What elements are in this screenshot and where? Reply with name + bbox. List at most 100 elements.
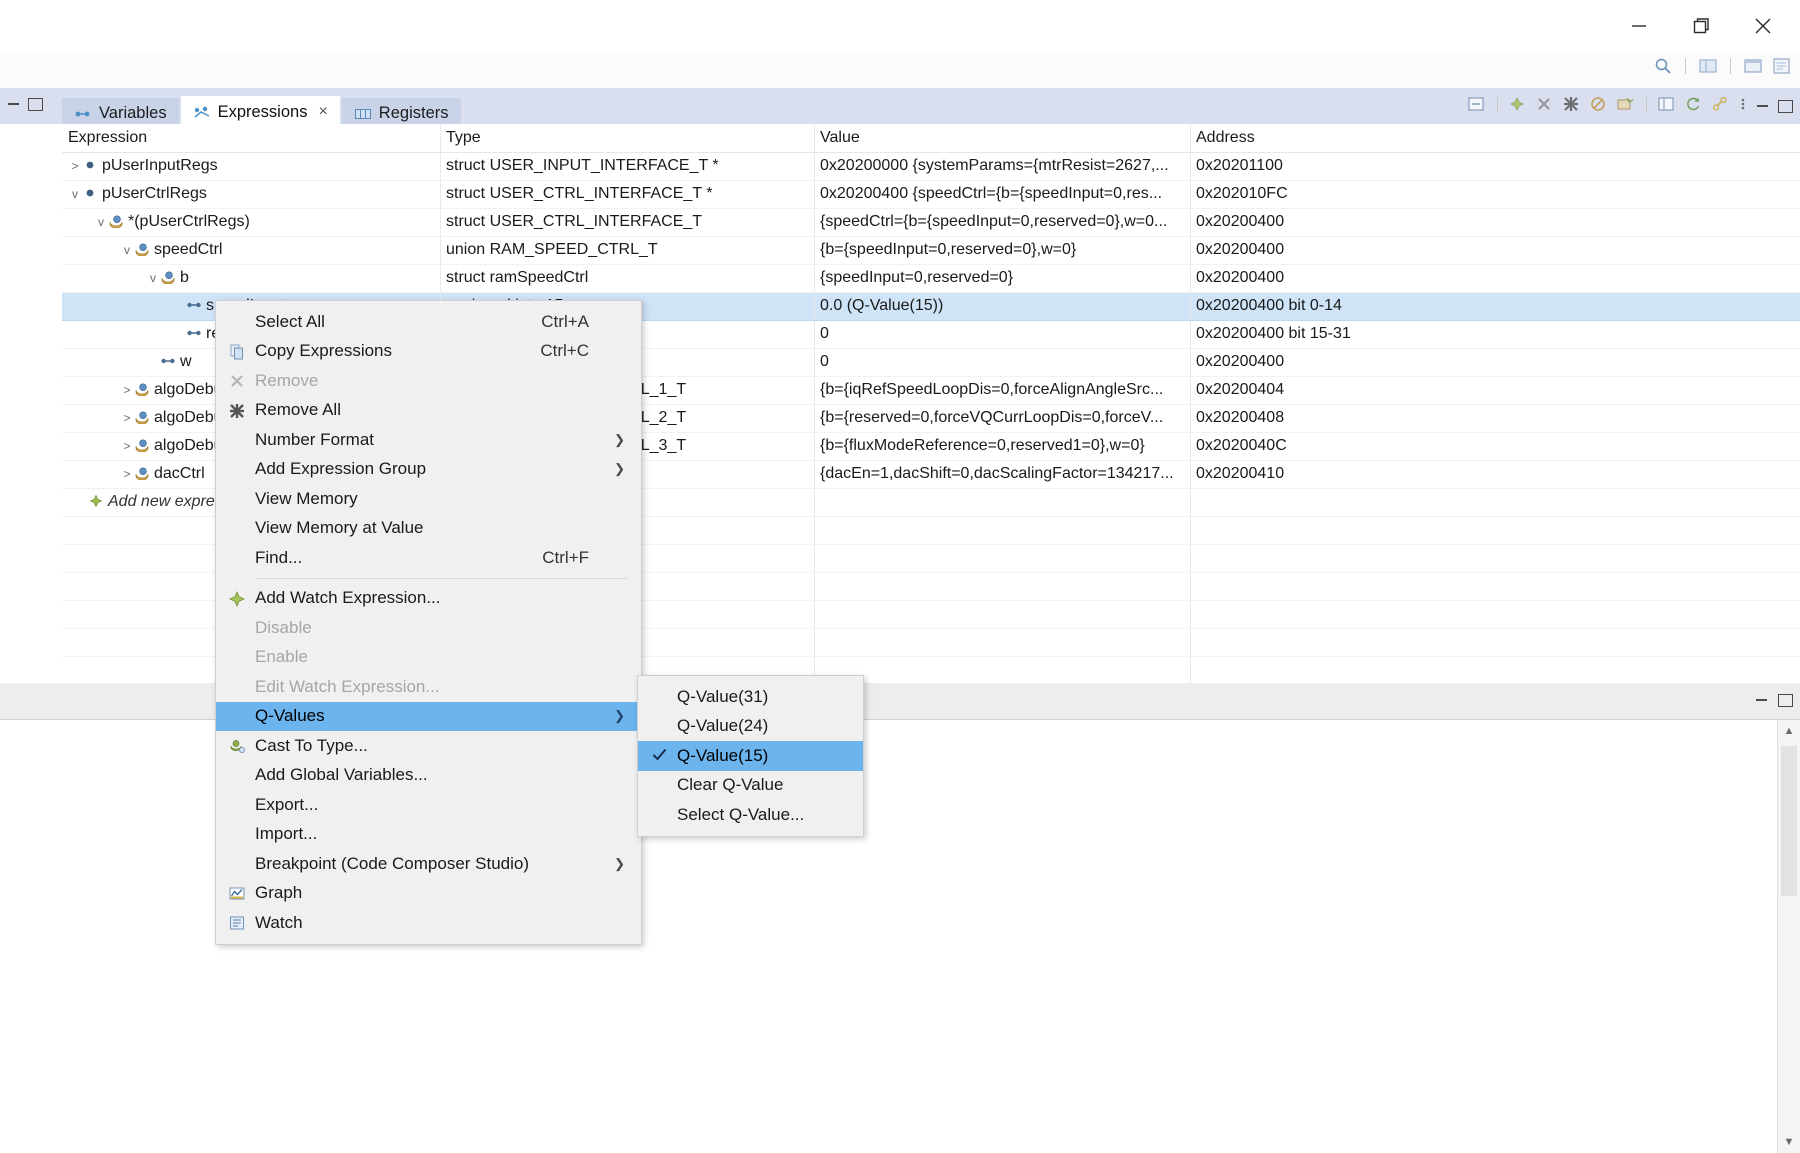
- remove-all-icon[interactable]: [1562, 95, 1582, 115]
- maximize-view-icon[interactable]: [1777, 98, 1793, 113]
- menu-item-add-expression-group[interactable]: Add Expression Group ❯: [216, 455, 641, 485]
- menu-item-select-all[interactable]: Select All Ctrl+A: [216, 307, 641, 337]
- scroll-down-arrow-icon[interactable]: ▼: [1778, 1131, 1800, 1153]
- menu-item-label: View Memory at Value: [255, 518, 424, 538]
- tree-twisty-icon[interactable]: v: [94, 215, 108, 229]
- column-header-expression[interactable]: Expression: [68, 129, 147, 147]
- cell-value[interactable]: {b={iqRefSpeedLoopDis=0,forceAlignAngleS…: [820, 381, 1163, 399]
- menu-item-number-format[interactable]: Number Format ❯: [216, 425, 641, 455]
- table-row[interactable]: v speedCtrl union RAM_SPEED_CTRL_T {b={spee…: [62, 237, 1800, 265]
- menu-item-add-watch-expression[interactable]: Add Watch Expression...: [216, 584, 641, 614]
- remove-icon[interactable]: [1535, 95, 1555, 115]
- menu-item-remove-all[interactable]: Remove All: [216, 396, 641, 426]
- cell-address: 0x20200400: [1196, 269, 1285, 286]
- q-values-submenu[interactable]: Q-Value(31) Q-Value(24) Q-Value(15) Clear Q…: [637, 675, 864, 837]
- tree-twisty-icon[interactable]: >: [120, 467, 134, 481]
- tree-twisty-icon[interactable]: >: [120, 411, 134, 425]
- perspective-icon[interactable]: [1698, 56, 1718, 76]
- refresh-icon[interactable]: [1684, 95, 1704, 115]
- menu-item-view-memory-at-value[interactable]: View Memory at Value: [216, 514, 641, 544]
- debug-perspective-icon[interactable]: [1743, 56, 1763, 76]
- collapse-all-icon[interactable]: [1467, 95, 1487, 115]
- menu-item-graph[interactable]: Graph: [216, 879, 641, 909]
- minimize-button[interactable]: [1608, 5, 1670, 47]
- menu-item-view-memory[interactable]: View Memory: [216, 484, 641, 514]
- tree-twisty-icon[interactable]: >: [120, 383, 134, 397]
- cell-value[interactable]: {dacEn=1,dacShift=0,dacScalingFactor=134…: [820, 465, 1174, 483]
- maximize-stack-icon[interactable]: [27, 96, 43, 111]
- menu-item-label: Copy Expressions: [255, 341, 393, 361]
- column-header-type[interactable]: Type: [446, 129, 481, 147]
- expression-label: dacCtrl: [154, 465, 205, 482]
- cell-value[interactable]: 0.0 (Q-Value(15)): [820, 297, 943, 315]
- menu-item-add-global-variables[interactable]: Add Global Variables...: [216, 761, 641, 791]
- toolbar-separator-2: [1730, 58, 1731, 74]
- cell-value[interactable]: {speedInput=0,reserved=0}: [820, 269, 1013, 287]
- table-row[interactable]: > pUserInputRegs struct USER_INPUT_INTERFA…: [62, 153, 1800, 181]
- maximize-bottom-view-icon[interactable]: [1777, 692, 1793, 707]
- cell-value[interactable]: {b={speedInput=0,reserved=0},w=0}: [820, 241, 1076, 259]
- submenu-item-q-value-31[interactable]: Q-Value(31): [638, 682, 863, 712]
- cell-value[interactable]: 0: [820, 325, 829, 343]
- bottom-view-controls: [1754, 692, 1793, 707]
- menu-item-cast-to-type[interactable]: Cast To Type...: [216, 731, 641, 761]
- submenu-item-q-value-24[interactable]: Q-Value(24): [638, 712, 863, 742]
- menu-item-import[interactable]: Import...: [216, 820, 641, 850]
- menu-item-find[interactable]: Find... Ctrl+F: [216, 543, 641, 573]
- menu-item-label: Disable: [255, 617, 312, 637]
- tree-twisty-icon[interactable]: v: [68, 187, 82, 201]
- view-menu-icon[interactable]: [1738, 95, 1748, 115]
- scroll-up-arrow-icon[interactable]: ▲: [1778, 720, 1800, 742]
- table-row[interactable]: v pUserCtrlRegs struct USER_CTRL_INTERFACE…: [62, 181, 1800, 209]
- scrollbar-thumb[interactable]: [1781, 746, 1797, 896]
- cell-type: union RAM_SPEED_CTRL_T: [446, 241, 658, 258]
- ccs-edit-icon[interactable]: [1772, 56, 1792, 76]
- cell-address: 0x20200404: [1196, 381, 1285, 398]
- tree-twisty-icon[interactable]: >: [68, 159, 82, 173]
- submenu-item-clear-q-value[interactable]: Clear Q-Value: [638, 771, 863, 801]
- vertical-scrollbar[interactable]: ▲ ▼: [1777, 720, 1800, 1153]
- expression-label: pUserInputRegs: [102, 157, 218, 174]
- window-titlebar: [0, 0, 1800, 52]
- new-group-icon[interactable]: [1616, 95, 1636, 115]
- minimize-bottom-view-icon[interactable]: [1754, 692, 1769, 707]
- disable-icon[interactable]: [1589, 95, 1609, 115]
- cell-value[interactable]: 0x20200000 {systemParams={mtrResist=2627…: [820, 157, 1169, 175]
- table-row[interactable]: v *(pUserCtrlRegs) struct USER_CTRL_INTERF…: [62, 209, 1800, 237]
- tab-close-icon[interactable]: ×: [318, 103, 327, 121]
- minimize-view-icon[interactable]: [1755, 98, 1770, 113]
- struct-icon: [108, 214, 124, 229]
- menu-item-q-values[interactable]: Q-Values ❯: [216, 701, 641, 731]
- cell-value[interactable]: 0: [820, 353, 829, 371]
- minimize-stack-icon[interactable]: [6, 96, 21, 111]
- cell-value[interactable]: 0x20200400 {speedCtrl={b={speedInput=0,r…: [820, 185, 1162, 203]
- cell-value[interactable]: {b={reserved=0,forceVQCurrLoopDis=0,forc…: [820, 409, 1163, 427]
- link-icon[interactable]: [1711, 95, 1731, 115]
- menu-item-breakpoint-code-composer-studio[interactable]: Breakpoint (Code Composer Studio) ❯: [216, 849, 641, 879]
- add-expression-icon[interactable]: [1508, 95, 1528, 115]
- tree-twisty-icon[interactable]: >: [120, 439, 134, 453]
- column-header-value[interactable]: Value: [820, 129, 860, 147]
- chevron-right-icon: ❯: [614, 431, 625, 447]
- expression-label: speedCtrl: [154, 241, 223, 258]
- layout-icon[interactable]: [1657, 95, 1677, 115]
- submenu-item-label: Select Q-Value...: [677, 804, 805, 824]
- menu-item-watch[interactable]: Watch: [216, 908, 641, 938]
- context-menu[interactable]: Select All Ctrl+A Copy Expressions Ctrl+C Re…: [215, 300, 642, 945]
- restore-button[interactable]: [1670, 5, 1732, 47]
- search-icon[interactable]: [1653, 56, 1673, 76]
- close-button[interactable]: [1732, 5, 1794, 47]
- menu-item-copy-expressions[interactable]: Copy Expressions Ctrl+C: [216, 337, 641, 367]
- tree-twisty-icon[interactable]: v: [146, 271, 160, 285]
- table-row[interactable]: v b struct ramSpeedCtrl {speedInput=0,reser…: [62, 265, 1800, 293]
- tree-twisty-icon[interactable]: v: [120, 243, 134, 257]
- field-icon: [186, 326, 202, 340]
- menu-item-export[interactable]: Export...: [216, 790, 641, 820]
- submenu-item-select-q-value[interactable]: Select Q-Value...: [638, 800, 863, 830]
- column-header-address[interactable]: Address: [1196, 129, 1255, 147]
- view-toolbar: [1467, 95, 1793, 115]
- chevron-right-icon: ❯: [614, 855, 625, 871]
- cell-value[interactable]: {speedCtrl={b={speedInput=0,reserved=0},…: [820, 213, 1167, 231]
- submenu-item-q-value-15[interactable]: Q-Value(15): [638, 741, 863, 771]
- cell-value[interactable]: {b={fluxModeReference=0,reserved1=0},w=0…: [820, 437, 1145, 455]
